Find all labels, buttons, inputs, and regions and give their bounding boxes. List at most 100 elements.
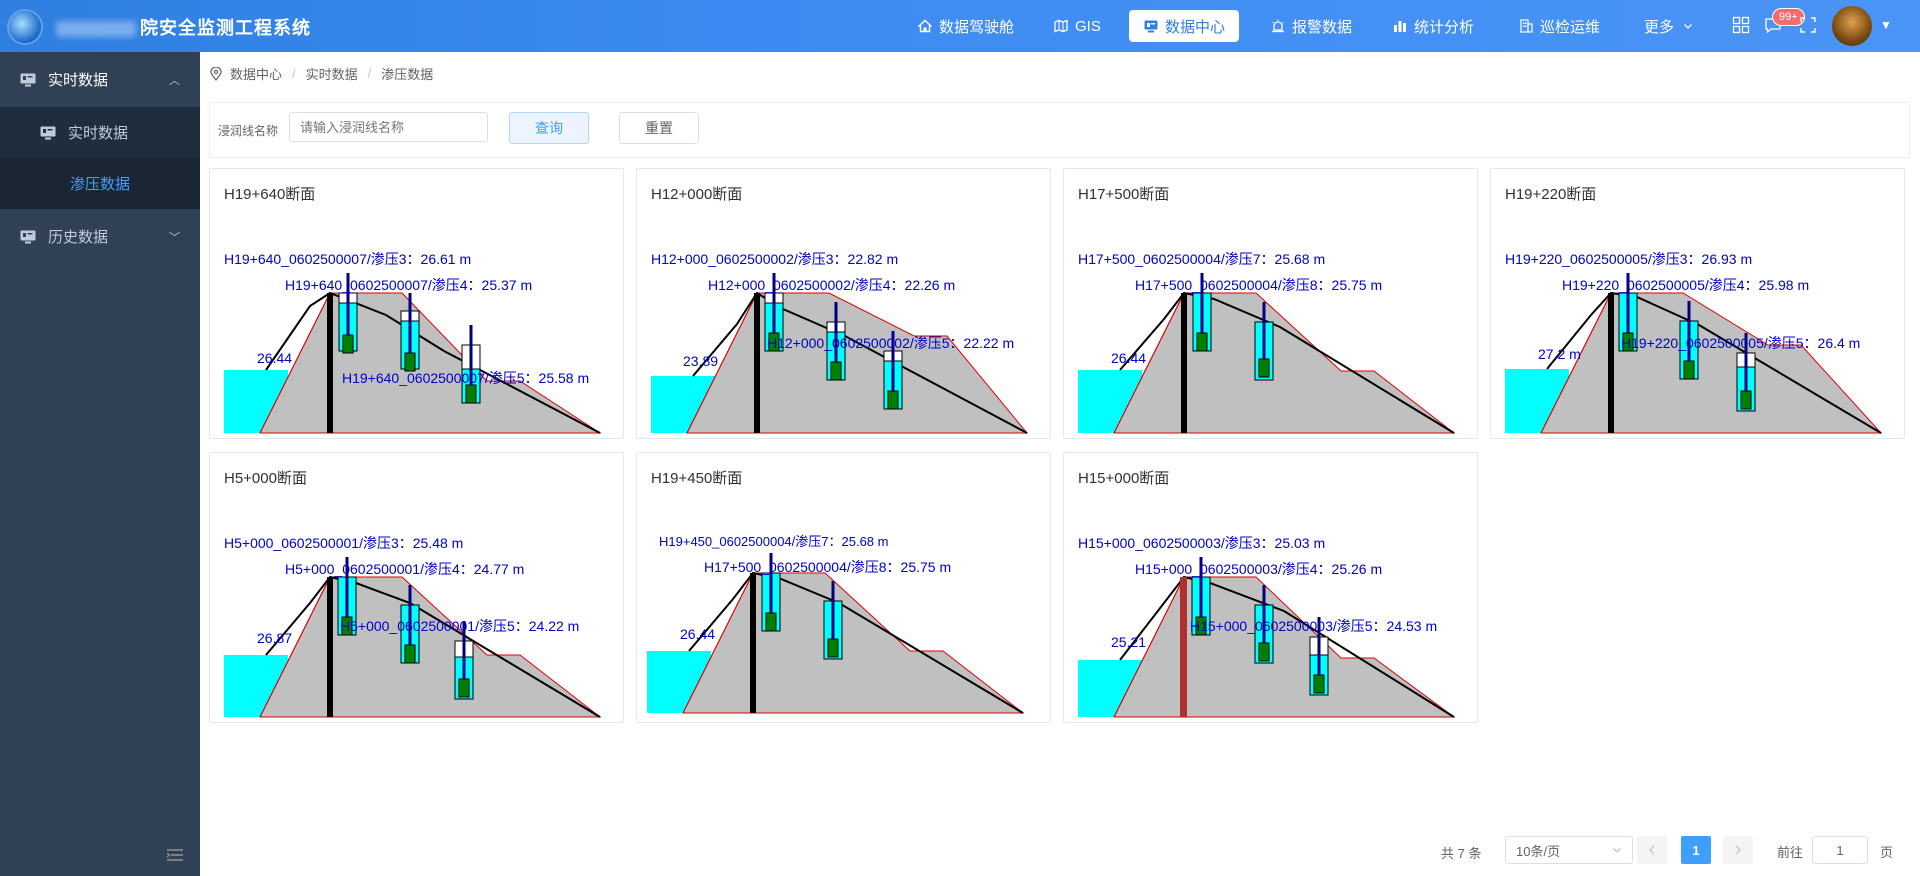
- sensor-label: H19+220_0602500005/渗压5：26.4 m: [1621, 335, 1860, 351]
- pagination-total: 共 7 条: [1441, 846, 1482, 861]
- piezometer-sensor: [830, 361, 842, 381]
- building-icon: [1518, 18, 1534, 34]
- monitor-icon: [20, 73, 36, 86]
- sensor-label: H17+500_0602500004/渗压8：25.75 m: [704, 559, 951, 575]
- chevron-up-icon: ︿: [169, 74, 180, 87]
- avatar[interactable]: [1832, 6, 1872, 46]
- sidebar-item-realtime-sub[interactable]: 实时数据: [0, 107, 200, 158]
- piezometer-sensor: [1258, 358, 1270, 378]
- sensor-label: H19+640_0602500007/渗压5：25.58 m: [342, 370, 589, 386]
- sensor-label: H12+000_0602500002/渗压4：22.26 m: [708, 277, 955, 293]
- dam-body: [1113, 292, 1456, 434]
- piezometer-sensor: [1313, 674, 1325, 694]
- sensor-label: H5+000_0602500001/渗压3：25.48 m: [224, 535, 463, 551]
- app-title: 院安全监测工程系统: [56, 14, 311, 40]
- piezometer-sensor: [1740, 390, 1752, 410]
- water-level-label: 26.87: [257, 630, 292, 646]
- monitor-icon: [1143, 18, 1159, 34]
- section-card[interactable]: H19+220断面 H19+220_0602500005/渗压3：26.93 m…: [1490, 168, 1905, 439]
- prev-page-button[interactable]: [1637, 836, 1667, 864]
- goto-label: 前往: [1777, 845, 1804, 860]
- nav-data-center[interactable]: 数据中心: [1129, 10, 1240, 42]
- nav-cockpit[interactable]: 数据驾驶舱: [903, 10, 1028, 42]
- breadcrumb-item-realtime[interactable]: 实时数据: [306, 64, 358, 83]
- nav-alarm[interactable]: 报警数据: [1256, 10, 1366, 42]
- section-card[interactable]: H19+450断面 H19+450_0602500004/渗压7：25.68 m…: [636, 452, 1051, 723]
- section-diagram: H19+220_0602500005/渗压3：26.93 m H19+220_0…: [1505, 251, 1883, 434]
- page-number-button[interactable]: 1: [1681, 836, 1711, 864]
- chevron-down-icon: [1680, 18, 1696, 34]
- section-diagram: H15+000_0602500003/渗压3：25.03 m H15+000_0…: [1078, 535, 1456, 718]
- piezometer-sensor: [404, 644, 416, 664]
- sensor-label: H19+450_0602500004/渗压7：25.68 m: [659, 534, 888, 549]
- dam-body: [259, 576, 602, 718]
- water-level-label: 26.44: [257, 350, 292, 366]
- chevron-down-icon: [1613, 848, 1621, 853]
- monitor-icon: [40, 126, 56, 139]
- fullscreen-icon[interactable]: [1799, 16, 1817, 34]
- goto-page-input[interactable]: [1812, 836, 1868, 864]
- section-card[interactable]: H15+000断面 H15+000_0602500003/渗压3：25.03 m…: [1063, 452, 1478, 723]
- core-wall: [1181, 293, 1187, 433]
- dam-body: [1113, 576, 1456, 718]
- water-level-label: 26.44: [680, 626, 715, 642]
- seepage-line-name-input[interactable]: [289, 112, 488, 142]
- sidebar-item-seepage[interactable]: 渗压数据: [0, 158, 200, 209]
- sensor-label: H17+500_0602500004/渗压7：25.68 m: [1078, 251, 1325, 267]
- piezometer-sensor: [827, 638, 839, 658]
- breadcrumb-item-data-center[interactable]: 数据中心: [230, 64, 282, 83]
- water-level-label: 25.21: [1111, 634, 1146, 650]
- water-level-label: 23.89: [683, 353, 718, 369]
- section-card[interactable]: H17+500断面 H17+500_0602500004/渗压7：25.68 m…: [1063, 168, 1478, 439]
- sidebar-item-history[interactable]: 历史数据 ﹀: [0, 209, 200, 264]
- sensor-label: H15+000_0602500003/渗压3：25.03 m: [1078, 535, 1325, 551]
- sensor-label: H12+000_0602500002/渗压3：22.82 m: [651, 251, 898, 267]
- core-wall: [327, 293, 333, 433]
- section-diagram: H5+000_0602500001/渗压3：25.48 m H5+000_060…: [224, 535, 602, 718]
- piezometer-sensor: [887, 390, 899, 410]
- section-card[interactable]: H12+000断面 H12+000_0602500002/渗压3：22.82 m…: [636, 168, 1051, 439]
- piezometer-sensor: [1683, 360, 1695, 380]
- water-level-label: 27.2 m: [1538, 346, 1581, 362]
- sidebar-item-realtime[interactable]: 实时数据 ︿: [0, 52, 200, 107]
- query-button[interactable]: 查询: [509, 112, 589, 144]
- core-wall: [1608, 293, 1614, 433]
- piezometer-sensor: [765, 612, 777, 632]
- section-diagram: H19+450_0602500004/渗压7：25.68 m H17+500_0…: [647, 534, 1025, 714]
- section-card[interactable]: H19+640断面 H19+640_0602500007/渗压3：26.61 m…: [209, 168, 624, 439]
- sensor-label: H5+000_0602500001/渗压5：24.22 m: [340, 618, 579, 634]
- core-wall: [327, 577, 333, 717]
- sensor-label: H19+640_0602500007/渗压4：25.37 m: [285, 277, 532, 293]
- section-diagram: H17+500_0602500004/渗压7：25.68 m H17+500_0…: [1078, 251, 1456, 434]
- collapse-menu-icon[interactable]: [166, 848, 184, 862]
- next-page-button[interactable]: [1723, 836, 1753, 864]
- breadcrumb-item-seepage: 渗压数据: [381, 67, 434, 82]
- piezometer-sensor: [458, 678, 470, 698]
- sensor-label: H19+640_0602500007/渗压3：26.61 m: [224, 251, 471, 267]
- nav-inspection[interactable]: 巡检运维: [1504, 10, 1614, 42]
- water-level-label: 26.44: [1111, 350, 1146, 366]
- reset-button[interactable]: 重置: [619, 112, 699, 144]
- dam-body: [682, 572, 1025, 714]
- piezometer-sensor: [465, 384, 477, 404]
- page-size-select[interactable]: 10条/页: [1505, 836, 1633, 864]
- sensor-label: H5+000_0602500001/渗压4：24.77 m: [285, 561, 524, 577]
- monitor-icon: [20, 230, 36, 243]
- core-wall: [1180, 577, 1187, 717]
- chevron-down-icon: ﹀: [169, 231, 180, 244]
- piezometer-sensor: [1258, 642, 1270, 662]
- grid-icon[interactable]: [1732, 16, 1750, 34]
- nav-more[interactable]: 更多: [1630, 10, 1710, 42]
- section-card[interactable]: H5+000断面 H5+000_0602500001/渗压3：25.48 m H…: [209, 452, 624, 723]
- piezometer-sensor: [342, 334, 354, 354]
- avatar-caret-icon[interactable]: ▼: [1880, 18, 1892, 32]
- breadcrumb: 数据中心 / 实时数据 / 渗压数据: [210, 64, 433, 83]
- nav-gis[interactable]: GIS: [1039, 10, 1115, 42]
- logo-icon: [9, 11, 41, 43]
- nav-statistics[interactable]: 统计分析: [1378, 10, 1488, 42]
- alarm-icon: [1270, 18, 1286, 34]
- sensor-label: H15+000_0602500003/渗压4：25.26 m: [1135, 561, 1382, 577]
- dam-body: [686, 292, 1029, 434]
- filter-label: 浸润线名称: [218, 124, 279, 138]
- sensor-label: H17+500_0602500004/渗压8：25.75 m: [1135, 277, 1382, 293]
